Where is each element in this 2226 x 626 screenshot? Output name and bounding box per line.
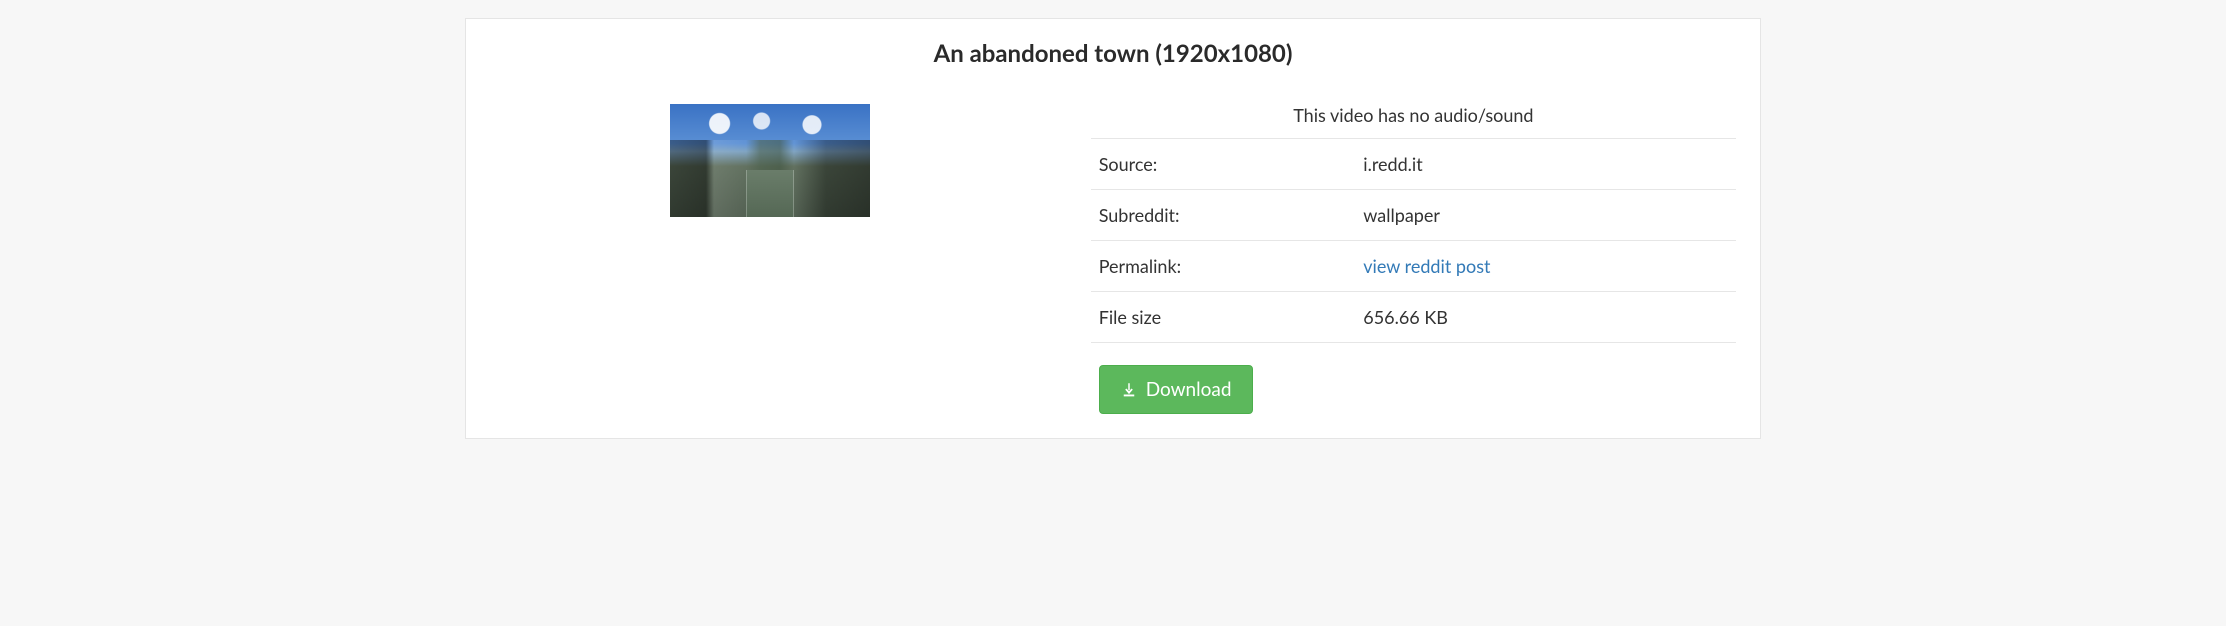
- post-title: An abandoned town (1920x1080): [490, 39, 1736, 68]
- no-audio-notice: This video has no audio/sound: [1091, 96, 1736, 139]
- table-row: Permalink: view reddit post: [1091, 241, 1736, 292]
- download-icon: [1120, 381, 1138, 399]
- subreddit-value: wallpaper: [1355, 190, 1736, 241]
- filesize-value: 656.66 KB: [1355, 292, 1736, 343]
- details-table: Source: i.redd.it Subreddit: wallpaper P…: [1091, 139, 1736, 343]
- download-label: Download: [1146, 378, 1232, 401]
- table-row: Source: i.redd.it: [1091, 139, 1736, 190]
- media-card: An abandoned town (1920x1080) This video…: [465, 18, 1761, 439]
- source-value: i.redd.it: [1355, 139, 1736, 190]
- download-container: Download: [1091, 365, 1736, 414]
- details-panel: This video has no audio/sound Source: i.…: [1091, 96, 1736, 414]
- content-row: This video has no audio/sound Source: i.…: [490, 96, 1736, 414]
- table-row: Subreddit: wallpaper: [1091, 190, 1736, 241]
- download-button[interactable]: Download: [1099, 365, 1253, 414]
- permalink-label: Permalink:: [1091, 241, 1356, 292]
- thumbnail-container: [490, 96, 1051, 217]
- permalink-value: view reddit post: [1355, 241, 1736, 292]
- permalink-link[interactable]: view reddit post: [1363, 255, 1490, 277]
- filesize-label: File size: [1091, 292, 1356, 343]
- source-label: Source:: [1091, 139, 1356, 190]
- video-thumbnail[interactable]: [670, 104, 870, 217]
- table-row: File size 656.66 KB: [1091, 292, 1736, 343]
- subreddit-label: Subreddit:: [1091, 190, 1356, 241]
